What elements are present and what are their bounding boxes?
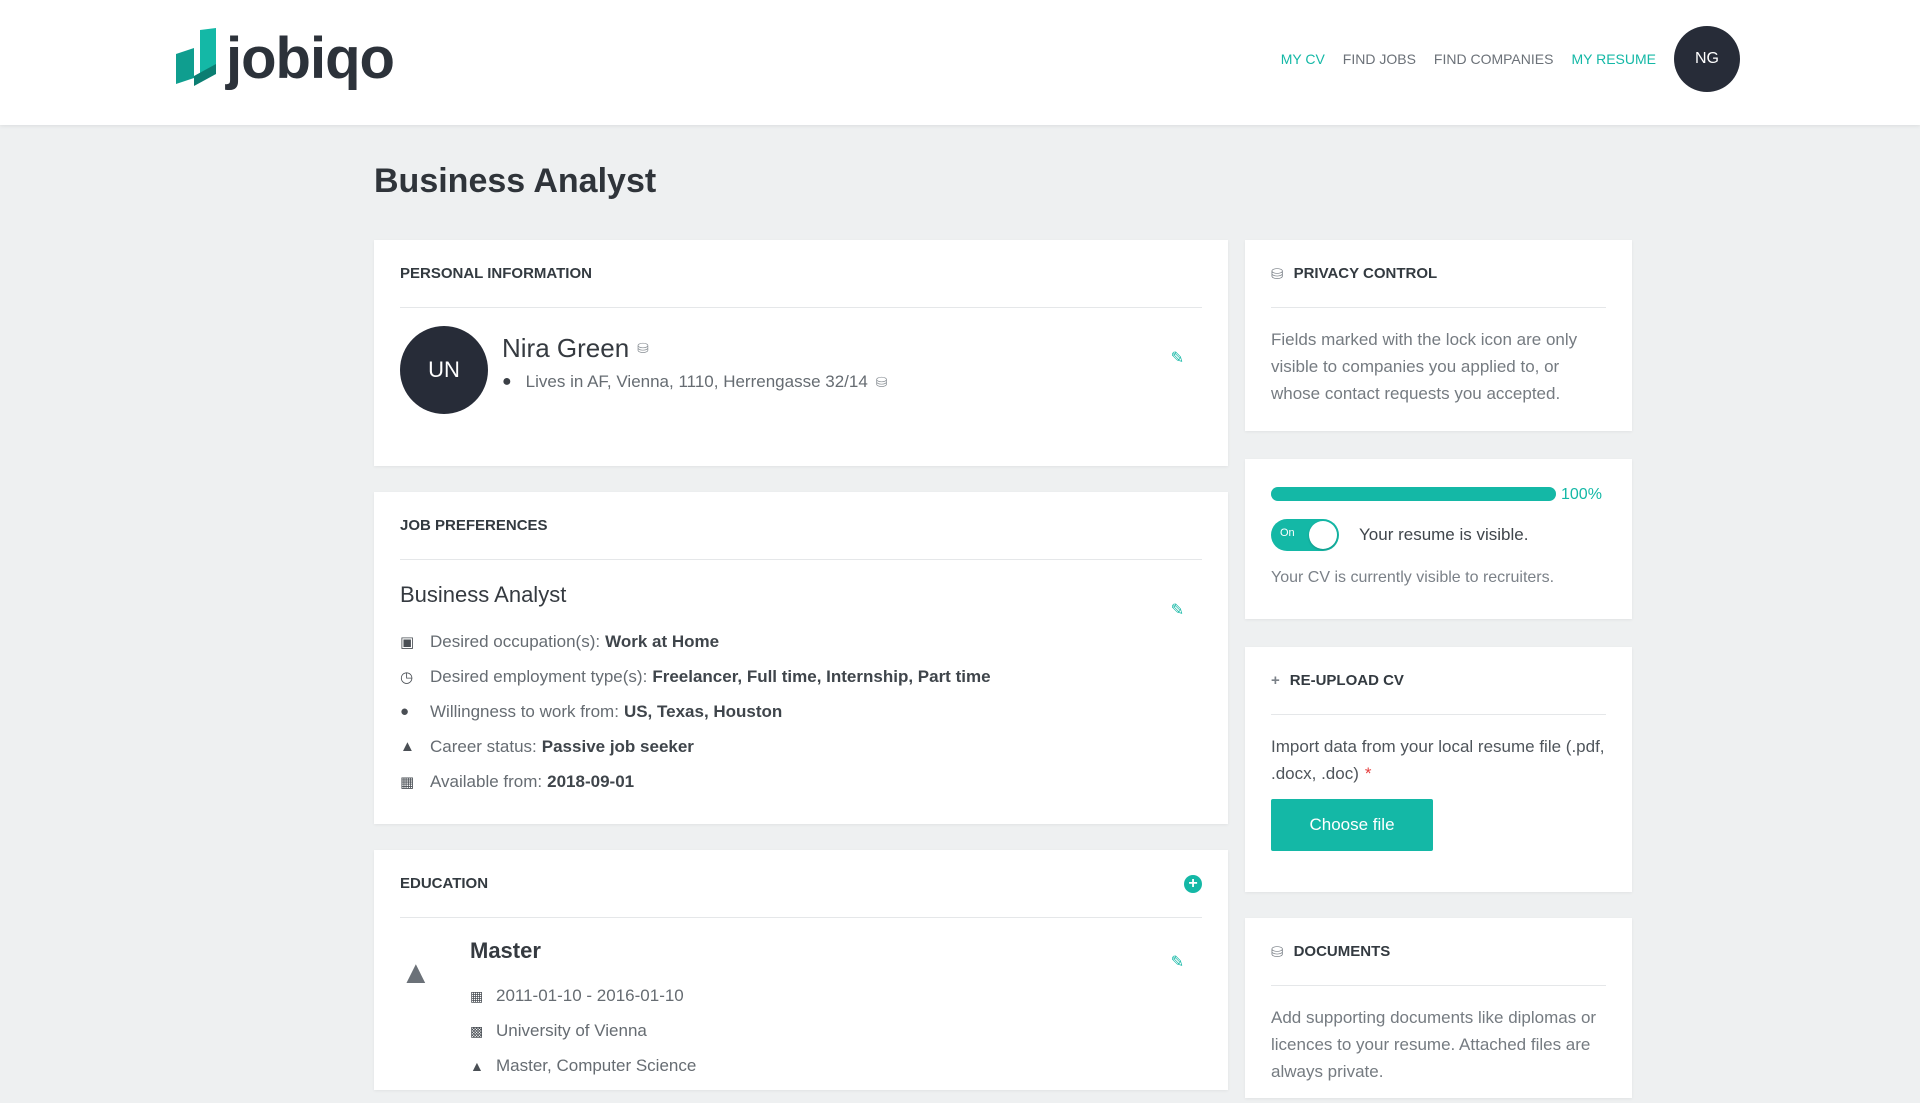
profile-progress-fill (1271, 487, 1556, 501)
building-icon: ▩ (470, 1022, 484, 1039)
pref-row-employment-type: ◷ Desired employment type(s): Freelancer… (400, 659, 1202, 694)
resume-visibility-card: 100% On Your resume is visible. Your CV … (1245, 459, 1632, 619)
pref-label: Available from: (430, 771, 543, 791)
personal-information-title: PERSONAL INFORMATION (400, 265, 592, 282)
nav-find-companies[interactable]: FIND COMPANIES (1434, 51, 1554, 67)
page-title: Business Analyst (374, 162, 657, 200)
pref-value: 2018-09-01 (547, 771, 635, 791)
location-pin-icon: ● (502, 373, 512, 390)
jobiqo-logo[interactable]: jobiqo (176, 24, 395, 94)
pref-value: Passive job seeker (541, 736, 694, 756)
pref-value: Freelancer, Full time, Internship, Part … (652, 666, 991, 686)
graduation-cap-icon: ▲ (400, 738, 415, 755)
profile-name: Nira Green (502, 333, 630, 363)
pref-row-occupation: ▣ Desired occupation(s): Work at Home (400, 624, 1202, 659)
education-dates: 2011-01-10 - 2016-01-10 (496, 986, 684, 1005)
plus-icon: + (1271, 672, 1280, 689)
education-dates-row: ▦ 2011-01-10 - 2016-01-10 (470, 986, 684, 1006)
user-avatar[interactable]: NG (1674, 26, 1740, 92)
nav-my-resume[interactable]: MY RESUME (1571, 51, 1656, 67)
personal-information-card: PERSONAL INFORMATION UN Nira Green ⛁ ● L… (374, 240, 1228, 466)
pref-label: Career status: (430, 736, 537, 756)
visibility-toggle-text: Your resume is visible. (1359, 525, 1529, 544)
privacy-control-title: PRIVACY CONTROL (1293, 265, 1438, 282)
lock-icon: ⛁ (637, 340, 649, 356)
add-education-icon[interactable]: + (1184, 874, 1202, 893)
profile-progress-bar (1271, 487, 1556, 501)
reupload-cv-text: Import data from your local resume file … (1271, 737, 1605, 783)
education-institution-row: ▩ University of Vienna (470, 1021, 647, 1041)
reupload-cv-card: + RE-UPLOAD CV Import data from your loc… (1245, 647, 1632, 892)
profile-name-row: Nira Green ⛁ (502, 333, 649, 364)
graduation-cap-icon: ▲ (470, 1058, 484, 1074)
edit-education-icon[interactable]: ✎ (1171, 952, 1184, 972)
education-field-row: ▲ Master, Computer Science (470, 1056, 696, 1076)
job-preferences-title: JOB PREFERENCES (400, 517, 548, 534)
privacy-control-card: ⛁ PRIVACY CONTROL Fields marked with the… (1245, 240, 1632, 431)
job-title: Business Analyst (400, 582, 567, 607)
documents-header: ⛁ DOCUMENTS (1271, 943, 1390, 961)
pref-value: US, Texas, Houston (623, 701, 783, 721)
visibility-status-text: Your CV is currently visible to recruite… (1271, 569, 1555, 586)
briefcase-icon: ▣ (400, 633, 415, 651)
documents-text: Add supporting documents like diplomas o… (1271, 1008, 1597, 1081)
education-field: Master, Computer Science (496, 1056, 697, 1075)
edit-personal-icon[interactable]: ✎ (1171, 348, 1184, 368)
education-title: EDUCATION (400, 875, 489, 892)
edit-job-preferences-icon[interactable]: ✎ (1171, 600, 1184, 620)
shield-icon: ⛁ (1271, 943, 1284, 961)
toggle-knob (1309, 521, 1337, 549)
shield-icon: ⛁ (1271, 265, 1284, 283)
reupload-cv-title: RE-UPLOAD CV (1289, 672, 1404, 689)
nav-find-jobs[interactable]: FIND JOBS (1343, 51, 1416, 67)
education-card: EDUCATION + ▲ Master ✎ ▦ 2011-01-10 - 20… (374, 850, 1228, 1090)
privacy-control-text: Fields marked with the lock icon are onl… (1271, 330, 1578, 403)
reupload-cv-header: + RE-UPLOAD CV (1271, 672, 1404, 689)
toggle-label: On (1280, 527, 1295, 539)
profile-avatar: UN (400, 326, 488, 414)
top-navbar: jobiqo MY CV FIND JOBS FIND COMPANIES MY… (0, 0, 1920, 125)
calendar-icon: ▦ (400, 773, 415, 791)
main-nav: MY CV FIND JOBS FIND COMPANIES MY RESUME… (1263, 26, 1740, 92)
nav-my-cv[interactable]: MY CV (1281, 51, 1325, 67)
pref-label: Desired employment type(s): (430, 666, 648, 686)
pref-value: Work at Home (605, 631, 720, 651)
logo-text: jobiqo (226, 26, 395, 91)
location-pin-icon: ● (400, 703, 410, 720)
profile-address: Lives in AF, Vienna, 1110, Herrengasse 3… (525, 372, 868, 391)
privacy-control-header: ⛁ PRIVACY CONTROL (1271, 265, 1437, 283)
required-mark: * (1364, 764, 1372, 783)
clock-icon: ◷ (400, 668, 414, 686)
documents-card: ⛁ DOCUMENTS Add supporting documents lik… (1245, 918, 1632, 1098)
pref-row-career-status: ▲ Career status: Passive job seeker (400, 729, 1202, 764)
pref-label: Desired occupation(s): (430, 631, 601, 651)
calendar-icon: ▦ (470, 987, 484, 1004)
education-institution: University of Vienna (496, 1021, 647, 1040)
pref-row-location: ● Willingness to work from: US, Texas, H… (400, 694, 1202, 729)
visibility-toggle-row: On Your resume is visible. (1271, 519, 1528, 551)
logo-mark-icon (176, 28, 218, 90)
lock-icon: ⛁ (875, 373, 888, 390)
pref-label: Willingness to work from: (430, 701, 619, 721)
visibility-toggle[interactable]: On (1271, 519, 1339, 551)
profile-progress-label: 100% (1561, 486, 1602, 503)
graduation-cap-icon: ▲ (400, 954, 432, 990)
documents-title: DOCUMENTS (1293, 943, 1391, 960)
profile-address-row: ● Lives in AF, Vienna, 1110, Herrengasse… (502, 372, 888, 392)
choose-file-button[interactable]: Choose file (1271, 799, 1433, 851)
education-degree: Master (470, 938, 541, 963)
pref-row-available-from: ▦ Available from: 2018-09-01 (400, 764, 1202, 799)
job-preferences-card: JOB PREFERENCES Business Analyst ✎ ▣ Des… (374, 492, 1228, 824)
